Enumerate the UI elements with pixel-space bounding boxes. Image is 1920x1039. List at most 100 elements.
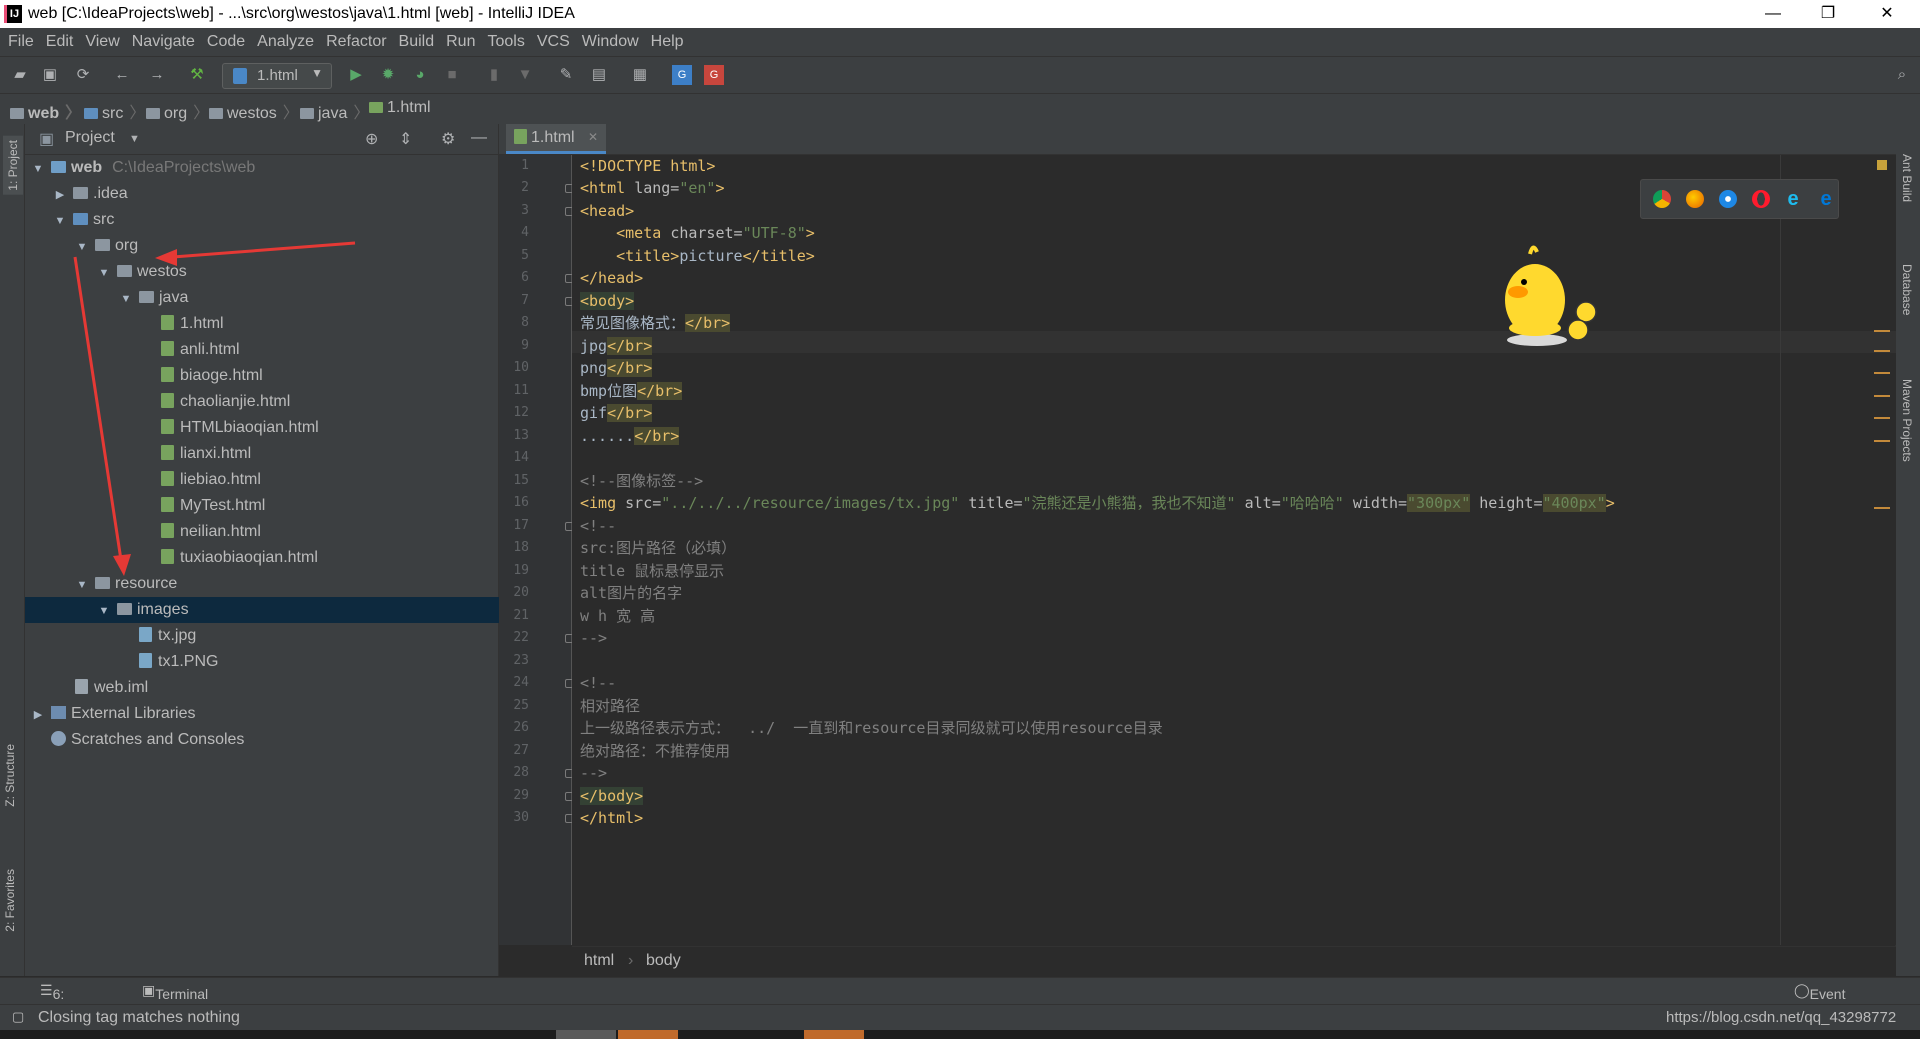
line-number: 24: [513, 675, 529, 690]
error-stripe-mark[interactable]: [1874, 507, 1890, 509]
breadcrumb-web[interactable]: web 〉: [10, 99, 81, 123]
menu-run[interactable]: Run: [440, 28, 481, 56]
vcs-update-icon[interactable]: ▮: [484, 65, 504, 85]
menu-vcs[interactable]: VCS: [531, 28, 576, 56]
coverage-icon[interactable]: ◕: [410, 65, 430, 85]
breadcrumb-org[interactable]: org 〉: [146, 99, 209, 123]
error-stripe-mark[interactable]: [1874, 330, 1890, 332]
chevron-down-icon[interactable]: ▼: [129, 133, 140, 145]
taskbar-app[interactable]: [804, 1030, 864, 1039]
maven-projects-tab[interactable]: Maven Projects: [1900, 379, 1914, 462]
tree-item-idea[interactable]: ▶ .idea: [25, 181, 526, 207]
debug-bug-icon[interactable]: ✹: [378, 65, 398, 85]
code-line: bmp位图</br>: [580, 382, 683, 400]
code-editor[interactable]: <!DOCTYPE html> <html lang="en"> <head> …: [572, 155, 1896, 945]
menu-build[interactable]: Build: [393, 28, 441, 56]
save-all-icon[interactable]: ▣: [40, 65, 60, 85]
menu-refactor[interactable]: Refactor: [320, 28, 392, 56]
breadcrumb-body[interactable]: body: [646, 952, 681, 970]
translate-icon[interactable]: G: [672, 65, 692, 85]
tree-item-westos[interactable]: ▼ westos: [25, 259, 570, 285]
current-line-highlight: [572, 331, 1896, 353]
settings-wrench-icon[interactable]: ✎: [556, 65, 576, 85]
run-icon[interactable]: ▶: [346, 65, 366, 85]
collapse-all-icon[interactable]: ⇕: [399, 129, 412, 149]
menu-tools[interactable]: Tools: [481, 28, 530, 56]
back-arrow-icon[interactable]: ←: [112, 65, 132, 85]
opera-icon[interactable]: [1752, 190, 1770, 208]
menu-edit[interactable]: Edit: [40, 28, 80, 56]
locate-file-icon[interactable]: ⊕: [365, 129, 378, 149]
safari-icon[interactable]: [1719, 190, 1737, 208]
ant-build-tab[interactable]: Ant Build: [1900, 154, 1914, 202]
tree-item-scratches[interactable]: Scratches and Consoles: [25, 727, 518, 753]
menu-help[interactable]: Help: [645, 28, 690, 56]
database-tab[interactable]: Database: [1900, 264, 1914, 315]
project-view-select[interactable]: Project: [65, 129, 115, 147]
breadcrumb-src[interactable]: src 〉: [84, 99, 145, 123]
taskbar-app[interactable]: [618, 1030, 678, 1039]
menu-file[interactable]: File: [0, 28, 40, 56]
analysis-status-icon[interactable]: [1877, 160, 1887, 170]
tree-item-images[interactable]: ▼ images: [25, 597, 570, 623]
library-icon: [51, 706, 66, 719]
terminal-tool-button[interactable]: ▣ Terminal: [142, 982, 208, 1002]
line-number: 12: [513, 405, 529, 420]
project-structure-icon[interactable]: ▤: [589, 65, 609, 85]
taskbar-app[interactable]: [556, 1030, 616, 1039]
breadcrumb-html[interactable]: html: [584, 952, 614, 970]
breadcrumb-java[interactable]: java 〉: [300, 99, 369, 123]
project-tool-tab[interactable]: 1: Project: [3, 136, 23, 195]
source-folder-icon: [73, 213, 88, 225]
firefox-icon[interactable]: [1686, 190, 1704, 208]
close-tab-icon[interactable]: ✕: [588, 130, 598, 144]
tree-item-external-libraries[interactable]: ▶ External Libraries: [25, 701, 504, 727]
menu-analyze[interactable]: Analyze: [251, 28, 320, 56]
todo-tool-button[interactable]: ☰ 6: TODO: [40, 982, 93, 1018]
chrome-icon[interactable]: [1653, 190, 1671, 208]
hide-panel-icon[interactable]: —: [471, 129, 487, 147]
code-line: <!--: [580, 674, 617, 692]
search-icon[interactable]: ⌕: [1892, 65, 1912, 85]
breadcrumb-file[interactable]: 1.html: [369, 99, 431, 117]
tree-item-web[interactable]: ▼ web C:\IdeaProjects\web: [25, 155, 504, 181]
menu-code[interactable]: Code: [201, 28, 251, 56]
build-hammer-icon[interactable]: ⚒: [187, 65, 207, 85]
menu-window[interactable]: Window: [576, 28, 645, 56]
tab-1-html[interactable]: 1.html ✕: [506, 124, 606, 154]
tree-item-web-iml[interactable]: web.iml: [25, 675, 542, 701]
tree-item-resource[interactable]: ▼ resource: [25, 571, 548, 597]
error-stripe-mark[interactable]: [1874, 372, 1890, 374]
gear-icon[interactable]: ⚙: [441, 129, 455, 149]
menu-view[interactable]: View: [79, 28, 125, 56]
status-toggle-icon[interactable]: ▢: [12, 1009, 24, 1025]
favorites-tool-tab[interactable]: 2: Favorites: [3, 869, 17, 932]
stop-icon[interactable]: ■: [442, 65, 462, 85]
tree-item-org[interactable]: ▼ org: [25, 233, 548, 259]
error-stripe-mark[interactable]: [1874, 350, 1890, 352]
event-log-button[interactable]: ◯ Event Log: [1794, 982, 1845, 1018]
maximize-button[interactable]: ❐: [1805, 0, 1851, 28]
tree-item-src[interactable]: ▼ src: [25, 207, 526, 233]
forward-arrow-icon[interactable]: →: [147, 65, 167, 85]
edge-icon[interactable]: e: [1817, 189, 1835, 209]
open-folder-icon[interactable]: ▰: [10, 65, 30, 85]
run-configuration-select[interactable]: 1.html ▼: [222, 63, 332, 89]
emoji-face: [1567, 319, 1589, 341]
translate-replace-icon[interactable]: G: [704, 65, 724, 85]
structure-tool-tab[interactable]: Z: Structure: [3, 744, 17, 807]
code-line: <html lang="en">: [580, 179, 725, 197]
sdk-manager-icon[interactable]: ▦: [630, 65, 650, 85]
breadcrumb-westos[interactable]: westos 〉: [209, 99, 299, 123]
sync-icon[interactable]: ⟳: [73, 65, 93, 85]
internet-explorer-icon[interactable]: e: [1784, 189, 1802, 209]
error-stripe-mark[interactable]: [1874, 417, 1890, 419]
vcs-commit-icon[interactable]: ▼: [515, 65, 535, 85]
close-window-button[interactable]: ✕: [1864, 0, 1910, 28]
menu-navigate[interactable]: Navigate: [126, 28, 201, 56]
code-line: 常见图像格式：</br>: [580, 314, 731, 332]
error-stripe-mark[interactable]: [1874, 395, 1890, 397]
error-stripe-mark[interactable]: [1874, 440, 1890, 442]
scratches-icon: [51, 731, 66, 746]
minimize-button[interactable]: —: [1750, 0, 1796, 28]
